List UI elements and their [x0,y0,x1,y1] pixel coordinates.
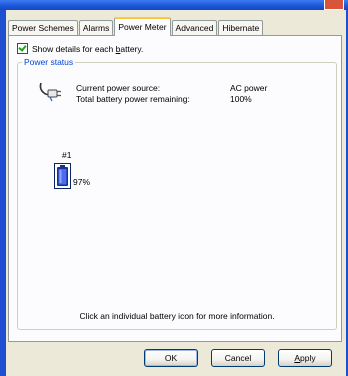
show-details-label[interactable]: Show details for each battery. [32,44,143,54]
dialog-client-area: Power Schemes Alarms Power Meter Advance… [6,10,346,376]
dialog-button-row: OK Cancel Apply [6,349,346,369]
power-source-label: Current power source: [76,83,161,93]
tab-strip: Power Schemes Alarms Power Meter Advance… [8,17,264,36]
battery-percent: 97% [73,177,91,187]
power-status-group: Power status Current power source: AC po… [17,57,337,330]
apply-button[interactable]: Apply [278,349,332,367]
tab-hibernate[interactable]: Hibernate [218,20,264,36]
show-details-checkbox-row[interactable]: Show details for each battery. [17,43,143,54]
power-source-value: AC power [230,83,268,93]
ok-button[interactable]: OK [144,349,198,367]
power-options-window: Power Schemes Alarms Power Meter Advance… [0,0,348,376]
show-details-label-suffix: attery. [120,43,144,54]
ac-plug-icon [39,82,61,102]
battery-1-button[interactable] [54,163,71,189]
battery-number: #1 [62,150,72,160]
show-details-checkbox[interactable] [17,43,28,54]
battery-hint-text: Click an individual battery icon for mor… [79,311,275,321]
battery-remaining-label: Total battery power remaining: [76,94,190,104]
power-status-title: Power status [22,57,76,67]
battery-icon [57,165,68,186]
cancel-button[interactable]: Cancel [211,349,265,367]
tab-advanced[interactable]: Advanced [171,20,218,36]
show-details-label-prefix: Show details for each [32,43,116,54]
power-meter-panel: Show details for each battery. Power sta… [8,35,342,342]
tab-power-schemes[interactable]: Power Schemes [8,20,78,36]
tab-alarms[interactable]: Alarms [78,20,114,36]
battery-remaining-value: 100% [230,94,252,104]
apply-rest: pply [300,353,316,363]
tab-power-meter[interactable]: Power Meter [114,17,171,36]
title-bar[interactable] [0,0,348,10]
close-icon[interactable] [324,0,344,10]
